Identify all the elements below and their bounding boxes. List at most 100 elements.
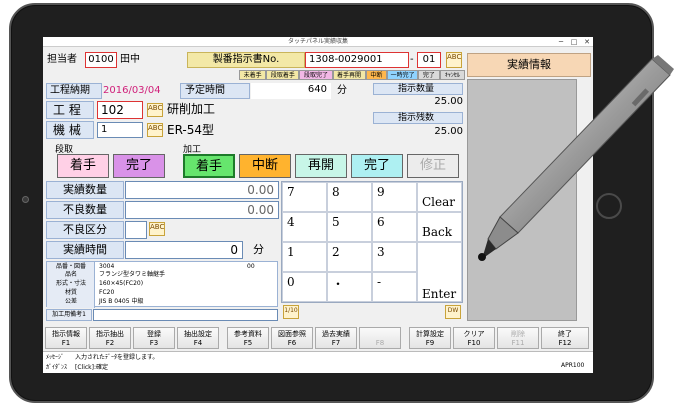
status-tag: 中断 xyxy=(365,70,388,80)
key-8[interactable]: 8 xyxy=(327,182,372,212)
key-5[interactable]: 5 xyxy=(327,212,372,242)
qty-label: 指示数量 xyxy=(373,83,463,95)
order-sub-input[interactable]: 01 xyxy=(417,52,441,68)
guide-text: [Click]:確定 xyxy=(75,364,109,371)
order-sep: - xyxy=(410,54,414,65)
version-text: APR100 xyxy=(561,362,585,369)
f11-button[interactable]: 削除 F11 xyxy=(497,327,539,349)
key-6[interactable]: 6 xyxy=(372,212,417,242)
tantou-code-input[interactable]: 0100 xyxy=(85,52,117,68)
f8-button[interactable]: F8 xyxy=(359,327,401,349)
stylus-icon xyxy=(478,55,674,261)
setup-done-button[interactable]: 完了 xyxy=(113,154,165,178)
fkey-code: F2 xyxy=(105,339,115,347)
f1-button[interactable]: 指示情報 F1 xyxy=(45,327,87,349)
defect-cat-input[interactable] xyxy=(125,221,147,239)
machine-name: ER-54型 xyxy=(167,123,215,137)
fkey-name: 削除 xyxy=(511,330,525,338)
process-search-icon[interactable]: ABC xyxy=(147,103,163,117)
fkey-name: 参考資料 xyxy=(234,330,262,338)
result-time-input[interactable]: 0 xyxy=(125,241,243,259)
plan-label: 予定時間 xyxy=(180,83,250,99)
item-extra: 00 xyxy=(247,263,255,270)
f2-button[interactable]: 指示抽出 F2 xyxy=(89,327,131,349)
fkey-name: 指示抽出 xyxy=(96,330,124,338)
key-4[interactable]: 4 xyxy=(282,212,327,242)
remain-value: 25.00 xyxy=(434,126,463,137)
key-dot[interactable]: ・ xyxy=(327,272,372,302)
fkey-name: 過去実績 xyxy=(322,330,350,338)
result-time-label: 実績時間 xyxy=(46,241,124,259)
item-info-panel: 品番・図番 3004 00 品名 フランジ型タワミ軸継手 形式・寸法 160×4… xyxy=(46,261,278,308)
key-clear[interactable]: Clear xyxy=(417,182,462,212)
drawing-icon[interactable]: DW xyxy=(445,305,461,319)
close-button[interactable]: ✕ xyxy=(581,37,593,47)
key-2[interactable]: 2 xyxy=(327,242,372,272)
work-done-button[interactable]: 完了 xyxy=(351,154,403,178)
defect-cat-label: 不良区分 xyxy=(46,221,124,239)
key-7[interactable]: 7 xyxy=(282,182,327,212)
result-qty-label: 実績数量 xyxy=(46,181,124,199)
guide-label: ｶﾞｲﾀﾞﾝｽ xyxy=(46,364,68,371)
status-tag: 段取完了 xyxy=(299,70,333,80)
defect-search-icon[interactable]: ABC xyxy=(149,222,165,236)
status-tag: 着手再開 xyxy=(332,70,366,80)
result-qty-input[interactable]: 0.00 xyxy=(125,181,279,199)
status-tag: 一時完了 xyxy=(387,70,419,80)
process-label: 工 程 xyxy=(46,101,94,119)
fkey-code: F1 xyxy=(61,339,71,347)
key-enter[interactable]: Enter xyxy=(417,242,462,302)
key-9[interactable]: 9 xyxy=(372,182,417,212)
defect-qty-label: 不良数量 xyxy=(46,201,124,219)
fkey-code: F9 xyxy=(425,339,435,347)
f4-button[interactable]: 抽出設定 F4 xyxy=(177,327,219,349)
status-strip: 未着手 段取着手 段取完了 着手再開 中断 一時完了 完了 ｷｬﾝｾﾙ xyxy=(239,70,465,80)
item-key: 品番・図番 xyxy=(55,263,86,270)
fkey-name: 図面参照 xyxy=(278,330,306,338)
order-no-label: 製番指示書No. xyxy=(187,52,305,68)
key-1[interactable]: 1 xyxy=(282,242,327,272)
key-3[interactable]: 3 xyxy=(372,242,417,272)
f9-button[interactable]: 計算設定 F9 xyxy=(409,327,451,349)
fkey-name: クリア xyxy=(463,330,485,338)
tantou-name: 田中 xyxy=(120,54,140,65)
f3-button[interactable]: 登録 F3 xyxy=(133,327,175,349)
item-key: 形式・寸法 xyxy=(55,280,86,287)
defect-qty-input[interactable]: 0.00 xyxy=(125,201,279,219)
f10-button[interactable]: クリア F10 xyxy=(453,327,495,349)
work-resume-button[interactable]: 再開 xyxy=(295,154,347,178)
f7-button[interactable]: 過去実績 F7 xyxy=(315,327,357,349)
minimize-button[interactable]: ─ xyxy=(555,37,567,47)
key-minus[interactable]: - xyxy=(372,272,417,302)
f6-button[interactable]: 図面参照 F6 xyxy=(271,327,313,349)
fkey-code: F8 xyxy=(375,339,385,347)
fkey-name: 計算設定 xyxy=(416,330,444,338)
key-0[interactable]: 0 xyxy=(282,272,327,302)
work-fix-button[interactable]: 修正 xyxy=(407,154,459,178)
process-code-input[interactable]: 102 xyxy=(97,101,143,119)
fkey-code: F12 xyxy=(558,339,572,347)
fkey-code: F3 xyxy=(149,339,159,347)
item-key: 品名 xyxy=(64,271,77,278)
tenth-icon[interactable]: 1/10 xyxy=(283,305,299,319)
f5-button[interactable]: 参考資料 F5 xyxy=(227,327,269,349)
setup-start-button[interactable]: 着手 xyxy=(57,154,109,178)
msg-text: 入力されたﾃﾞｰﾀを登録します。 xyxy=(75,354,159,361)
fkey-name: 指示情報 xyxy=(52,330,80,338)
fkey-code: F7 xyxy=(331,339,341,347)
key-back[interactable]: Back xyxy=(417,212,462,242)
memo-field[interactable] xyxy=(93,309,278,321)
work-start-button[interactable]: 着手 xyxy=(183,154,235,178)
order-search-icon[interactable]: ABC xyxy=(446,52,462,68)
machine-code-input[interactable]: 1 xyxy=(97,122,143,138)
fkey-code: F4 xyxy=(193,339,203,347)
keypad: 7 8 9 Clear 4 5 6 Back 1 2 3 0 ・ - Enter xyxy=(281,181,463,303)
maximize-button[interactable]: □ xyxy=(568,37,580,47)
work-pause-button[interactable]: 中断 xyxy=(239,154,291,178)
f12-button[interactable]: 終了 F12 xyxy=(541,327,589,349)
fkey-name: 登録 xyxy=(147,330,161,338)
item-key: 公差 xyxy=(64,298,77,305)
deadline-value: 2016/03/04 xyxy=(103,85,161,96)
order-no-input[interactable]: 1308-0029001 xyxy=(305,52,409,68)
machine-search-icon[interactable]: ABC xyxy=(147,123,163,137)
